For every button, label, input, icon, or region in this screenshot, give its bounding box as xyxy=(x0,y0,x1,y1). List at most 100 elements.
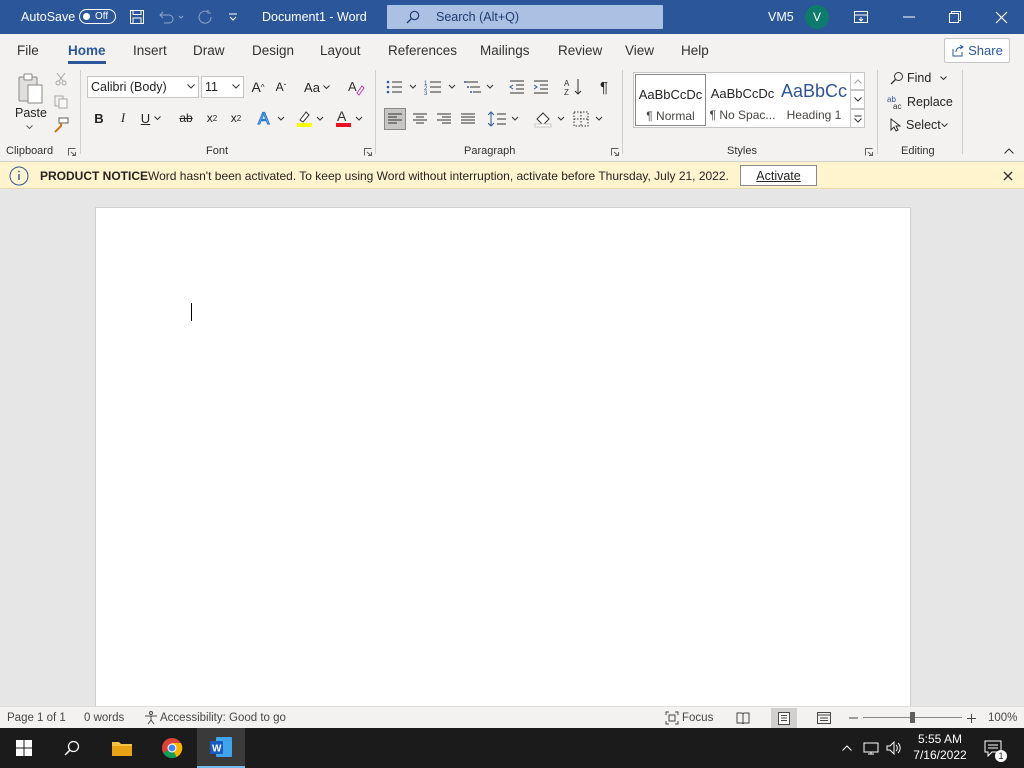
customize-toolbar-icon[interactable] xyxy=(226,9,240,25)
style-no-spacing[interactable]: AaBbCcDc ¶ No Spac... xyxy=(707,74,778,126)
font-launcher-icon[interactable] xyxy=(364,148,372,156)
avatar[interactable]: V xyxy=(805,5,829,29)
grow-font-icon[interactable]: A ^ xyxy=(249,77,267,97)
font-color-icon[interactable]: A xyxy=(333,107,365,129)
borders-icon[interactable] xyxy=(572,108,606,130)
cut-icon[interactable] xyxy=(53,71,69,87)
web-layout-icon[interactable] xyxy=(815,710,833,726)
tab-design[interactable]: Design xyxy=(252,34,294,66)
tab-mailings[interactable]: Mailings xyxy=(480,34,530,66)
network-icon[interactable] xyxy=(861,728,881,768)
paste-dropdown-icon[interactable] xyxy=(24,123,34,131)
activate-button[interactable]: Activate xyxy=(740,165,817,186)
tab-file[interactable]: File xyxy=(17,34,39,66)
file-explorer-icon[interactable] xyxy=(98,728,146,768)
print-layout-icon[interactable] xyxy=(771,708,797,728)
tab-help[interactable]: Help xyxy=(681,34,709,66)
find-button[interactable]: Find xyxy=(907,71,931,85)
format-painter-icon[interactable] xyxy=(52,117,70,133)
font-name-combo[interactable]: Calibri (Body) xyxy=(87,76,199,98)
italic-icon[interactable]: I xyxy=(115,109,131,127)
tab-draw[interactable]: Draw xyxy=(193,34,225,66)
highlight-color-icon[interactable] xyxy=(294,107,326,129)
decrease-indent-icon[interactable] xyxy=(508,77,526,97)
change-case-icon[interactable]: Aa xyxy=(302,77,332,97)
tab-layout[interactable]: Layout xyxy=(320,34,361,66)
collapse-ribbon-icon[interactable] xyxy=(1002,146,1016,156)
replace-button[interactable]: Replace xyxy=(907,95,953,109)
subscript-icon[interactable]: x2 xyxy=(203,109,221,127)
superscript-icon[interactable]: x2 xyxy=(227,109,245,127)
word-count[interactable]: 0 words xyxy=(84,707,124,729)
redo-icon[interactable] xyxy=(195,8,215,26)
align-right-icon[interactable] xyxy=(434,108,454,130)
select-dropdown-icon[interactable] xyxy=(939,121,949,129)
save-icon[interactable] xyxy=(128,8,146,26)
dismiss-notice-icon[interactable] xyxy=(1001,169,1015,183)
style-heading-1[interactable]: AaBbCc Heading 1 xyxy=(779,74,849,126)
gallery-scroll-down-icon[interactable] xyxy=(850,90,865,109)
style-normal[interactable]: AaBbCcDc ¶ Normal xyxy=(635,74,706,126)
align-left-icon[interactable] xyxy=(384,108,406,130)
windows-start-icon[interactable] xyxy=(0,728,48,768)
clear-formatting-icon[interactable]: A xyxy=(346,77,366,97)
increase-indent-icon[interactable] xyxy=(532,77,550,97)
styles-launcher-icon[interactable] xyxy=(865,148,873,156)
show-formatting-marks-icon[interactable]: ¶ xyxy=(595,77,613,97)
justify-icon[interactable] xyxy=(458,108,478,130)
tab-home[interactable]: Home xyxy=(68,34,106,66)
editing-group-label: Editing xyxy=(901,145,935,157)
tab-references[interactable]: References xyxy=(388,34,457,66)
undo-icon[interactable] xyxy=(156,8,186,26)
font-size-combo[interactable]: 11 xyxy=(201,76,244,98)
minimize-icon[interactable] xyxy=(899,9,919,25)
multilevel-list-icon[interactable] xyxy=(463,77,495,97)
share-button[interactable]: Share xyxy=(944,38,1010,63)
sort-icon[interactable]: AZ xyxy=(562,76,584,98)
accessibility-status[interactable]: Accessibility: Good to go xyxy=(160,707,286,729)
restore-icon[interactable] xyxy=(945,9,965,25)
gallery-more-icon[interactable] xyxy=(850,109,865,128)
word-taskbar-icon[interactable]: W xyxy=(197,728,245,768)
chrome-icon[interactable] xyxy=(148,728,196,768)
document-page[interactable] xyxy=(95,207,911,717)
select-button[interactable]: Select xyxy=(906,118,941,132)
group-divider xyxy=(375,70,376,154)
zoom-level[interactable]: 100% xyxy=(988,707,1017,729)
align-center-icon[interactable] xyxy=(410,108,430,130)
search-box[interactable]: Search (Alt+Q) xyxy=(387,5,663,29)
page-count[interactable]: Page 1 of 1 xyxy=(7,707,66,729)
volume-icon[interactable] xyxy=(884,728,904,768)
taskbar-clock[interactable]: 5:55 AM 7/16/2022 xyxy=(905,731,975,763)
ribbon-display-options-icon[interactable] xyxy=(852,9,870,25)
zoom-in-icon[interactable] xyxy=(965,711,977,725)
read-mode-icon[interactable] xyxy=(734,710,752,726)
paragraph-launcher-icon[interactable] xyxy=(611,148,619,156)
shading-icon[interactable] xyxy=(533,108,567,130)
zoom-slider-thumb[interactable] xyxy=(910,712,915,723)
focus-label[interactable]: Focus xyxy=(682,707,713,729)
taskbar-search-icon[interactable] xyxy=(48,728,96,768)
shrink-font-icon[interactable]: Aˇ xyxy=(272,77,290,97)
find-dropdown-icon[interactable] xyxy=(938,74,948,82)
tab-view[interactable]: View xyxy=(625,34,654,66)
gallery-scroll-up-icon[interactable] xyxy=(850,72,865,90)
bullets-icon[interactable] xyxy=(385,77,417,97)
clipboard-launcher-icon[interactable] xyxy=(68,148,76,156)
paste-label[interactable]: Paste xyxy=(15,106,47,120)
notification-center-icon[interactable] xyxy=(980,728,1006,768)
copy-icon[interactable] xyxy=(53,94,69,110)
show-hidden-icons-icon[interactable] xyxy=(838,728,856,768)
autosave-toggle[interactable]: Off xyxy=(79,9,116,24)
tab-insert[interactable]: Insert xyxy=(133,34,167,66)
bold-icon[interactable]: B xyxy=(91,109,107,127)
text-effects-icon[interactable]: A xyxy=(255,107,287,129)
underline-icon[interactable]: U xyxy=(139,109,163,127)
zoom-out-icon[interactable] xyxy=(847,711,859,725)
numbering-icon[interactable]: 123 xyxy=(423,77,457,97)
paste-icon[interactable] xyxy=(15,72,45,106)
strikethrough-icon[interactable]: ab xyxy=(176,109,196,127)
line-spacing-icon[interactable] xyxy=(487,108,521,130)
tab-review[interactable]: Review xyxy=(558,34,602,66)
close-icon[interactable] xyxy=(991,8,1011,26)
